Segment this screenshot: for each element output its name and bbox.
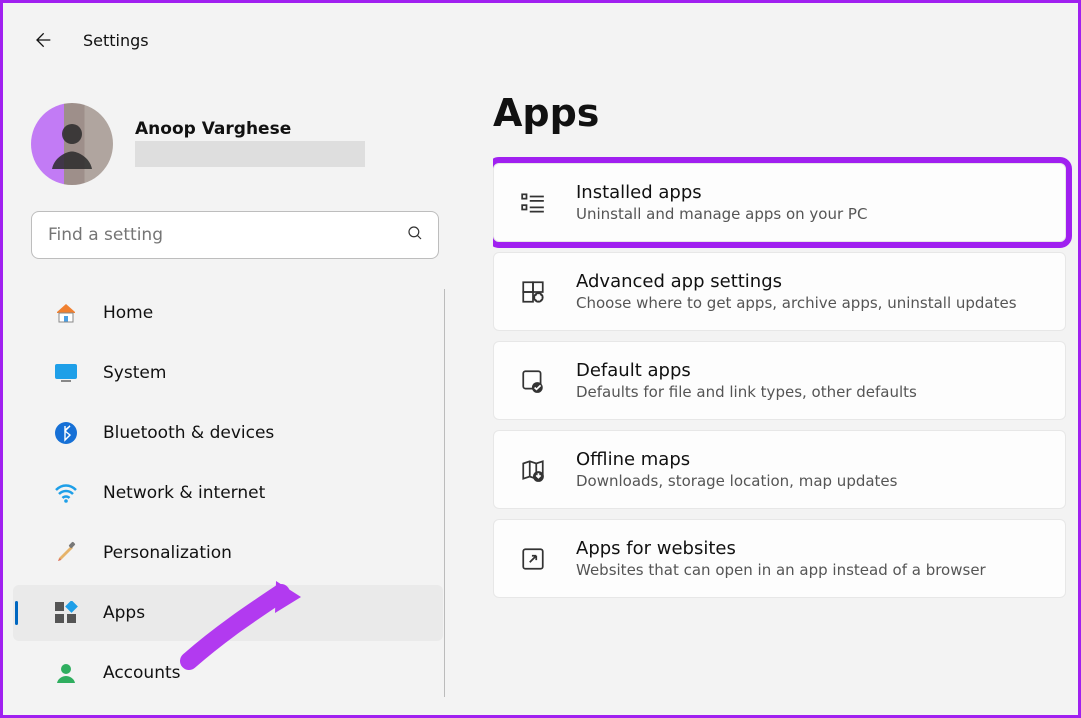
open-in-app-icon [518,544,548,574]
search-input[interactable] [48,225,406,245]
search-icon [406,224,424,246]
card-subtitle: Choose where to get apps, archive apps, … [576,294,1017,312]
card-subtitle: Downloads, storage location, map updates [576,472,897,490]
main-content: Apps Installed apps Uninstall and manage… [493,73,1078,715]
sidebar-item-apps[interactable]: Apps [13,585,443,641]
card-title: Advanced app settings [576,271,1017,292]
apps-icon [53,600,79,626]
card-apps-for-websites[interactable]: Apps for websites Websites that can open… [493,519,1066,598]
card-title: Installed apps [576,182,867,203]
home-icon [53,300,79,326]
paintbrush-icon [53,540,79,566]
card-advanced-app-settings[interactable]: Advanced app settings Choose where to ge… [493,252,1066,331]
scroll-rail[interactable] [444,289,445,697]
sidebar-nav: Home System Bluetooth & devices Network … [3,285,453,701]
sidebar-item-label: Personalization [103,543,232,563]
app-title: Settings [83,31,149,50]
sidebar-item-label: Accounts [103,663,181,683]
settings-window: Settings Anoop Varghese [0,0,1081,718]
sidebar-item-label: Network & internet [103,483,265,503]
sidebar-item-system[interactable]: System [13,345,443,401]
sidebar-item-personalization[interactable]: Personalization [13,525,443,581]
sidebar-item-label: Home [103,303,153,323]
titlebar: Settings [3,3,1078,51]
sidebar-item-label: Bluetooth & devices [103,423,274,443]
page-title: Apps [493,91,1066,135]
search-box[interactable] [31,211,439,259]
sidebar-item-bluetooth[interactable]: Bluetooth & devices [13,405,443,461]
card-subtitle: Uninstall and manage apps on your PC [576,205,867,223]
card-installed-apps[interactable]: Installed apps Uninstall and manage apps… [493,163,1066,242]
card-title: Default apps [576,360,917,381]
map-icon [518,455,548,485]
card-subtitle: Websites that can open in an app instead… [576,561,986,579]
card-offline-maps[interactable]: Offline maps Downloads, storage location… [493,430,1066,509]
wifi-icon [53,480,79,506]
sidebar-item-accounts[interactable]: Accounts [13,645,443,701]
profile-name: Anoop Varghese [135,103,365,139]
card-title: Apps for websites [576,538,986,559]
profile-email-redacted [135,141,365,167]
accounts-icon [53,660,79,686]
sidebar-item-network[interactable]: Network & internet [13,465,443,521]
avatar [31,103,113,185]
sidebar-item-label: Apps [103,603,145,623]
list-icon [518,188,548,218]
default-apps-icon [518,366,548,396]
sidebar-item-home[interactable]: Home [13,285,443,341]
system-icon [53,360,79,386]
card-title: Offline maps [576,449,897,470]
app-gear-icon [518,277,548,307]
card-subtitle: Defaults for file and link types, other … [576,383,917,401]
bluetooth-icon [53,420,79,446]
profile-block[interactable]: Anoop Varghese [3,93,453,185]
card-default-apps[interactable]: Default apps Defaults for file and link … [493,341,1066,420]
back-button[interactable] [31,29,53,51]
sidebar-item-label: System [103,363,166,383]
sidebar: Anoop Varghese Home [3,73,453,715]
